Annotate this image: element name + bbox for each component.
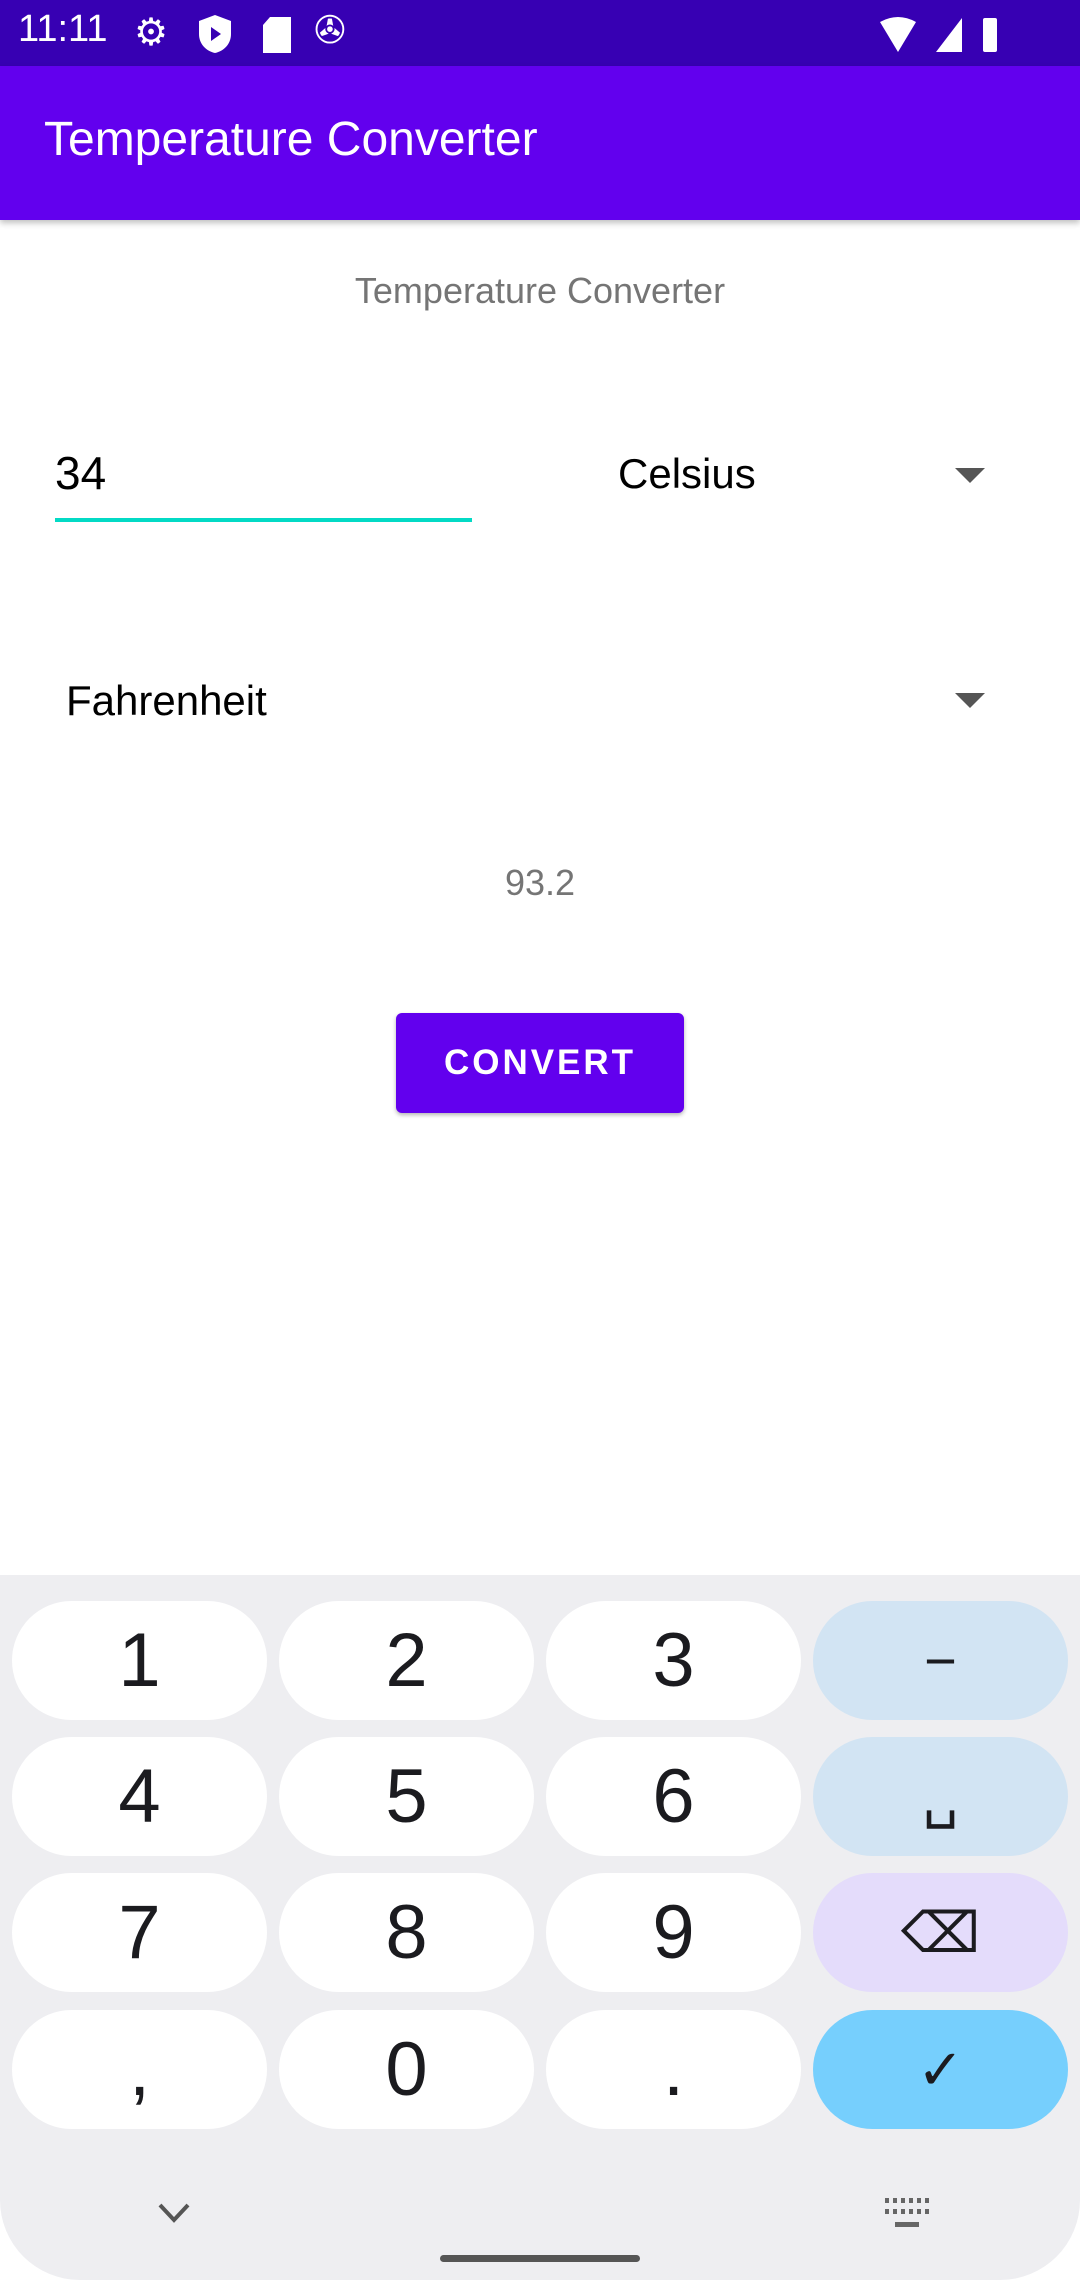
key-period[interactable]: . [546,2010,801,2129]
temperature-input[interactable]: 34 [55,440,472,522]
key-space[interactable]: ␣ [813,1737,1068,1856]
key-3[interactable]: 3 [546,1601,801,1720]
status-time: 11:11 [18,8,108,50]
sd-card-icon [263,17,291,53]
key-9[interactable]: 9 [546,1873,801,1992]
minus-icon: − [924,1629,957,1692]
key-1[interactable]: 1 [12,1601,267,1720]
key-label: 8 [385,1890,428,1975]
key-label: 9 [652,1890,695,1975]
done-icon: ✓ [917,2037,964,2101]
from-unit-label: Celsius [618,450,756,497]
status-bar: 11:11 ⚙ ✇ [0,0,1080,66]
key-label: . [662,2027,685,2112]
key-backspace[interactable]: ⌫ [813,1873,1068,1992]
key-4[interactable]: 4 [12,1737,267,1856]
key-label: 2 [385,1618,428,1703]
key-label: 7 [118,1890,161,1975]
app-bar: Temperature Converter [0,66,1080,220]
space-icon: ␣ [922,1764,959,1828]
key-6[interactable]: 6 [546,1737,801,1856]
settings-icon: ⚙ [134,12,169,54]
keyboard-switch-icon[interactable] [885,2196,929,2232]
key-7[interactable]: 7 [12,1873,267,1992]
key-label: 0 [385,2027,428,2112]
result-text: 93.2 [504,862,576,903]
key-label: 6 [652,1754,695,1839]
play-protect-icon [199,15,231,53]
key-label: 4 [118,1754,161,1839]
key-2[interactable]: 2 [279,1601,534,1720]
key-minus[interactable]: − [813,1601,1068,1720]
key-label: 1 [118,1618,161,1703]
backspace-icon: ⌫ [900,1900,981,1964]
connectivity-icons [880,17,997,52]
home-indicator[interactable] [440,2255,640,2262]
to-unit-label: Fahrenheit [66,677,267,724]
key-label: , [128,2027,151,2112]
dropdown-arrow-icon [955,693,985,708]
page-heading: Temperature Converter [354,270,726,311]
app-title: Temperature Converter [44,113,538,166]
key-done[interactable]: ✓ [813,2010,1068,2129]
from-unit-spinner[interactable]: Celsius [600,440,1000,510]
to-unit-spinner[interactable]: Fahrenheit [48,665,1000,735]
key-label: 3 [652,1618,695,1703]
key-label: 5 [385,1754,428,1839]
dropdown-arrow-icon [955,468,985,483]
convert-button[interactable]: CONVERT [396,1013,684,1113]
key-comma[interactable]: , [12,2010,267,2129]
key-5[interactable]: 5 [279,1737,534,1856]
key-0[interactable]: 0 [279,2010,534,2129]
debug-icon: ✇ [314,10,346,52]
key-8[interactable]: 8 [279,1873,534,1992]
hide-keyboard-icon[interactable] [156,2200,192,2226]
